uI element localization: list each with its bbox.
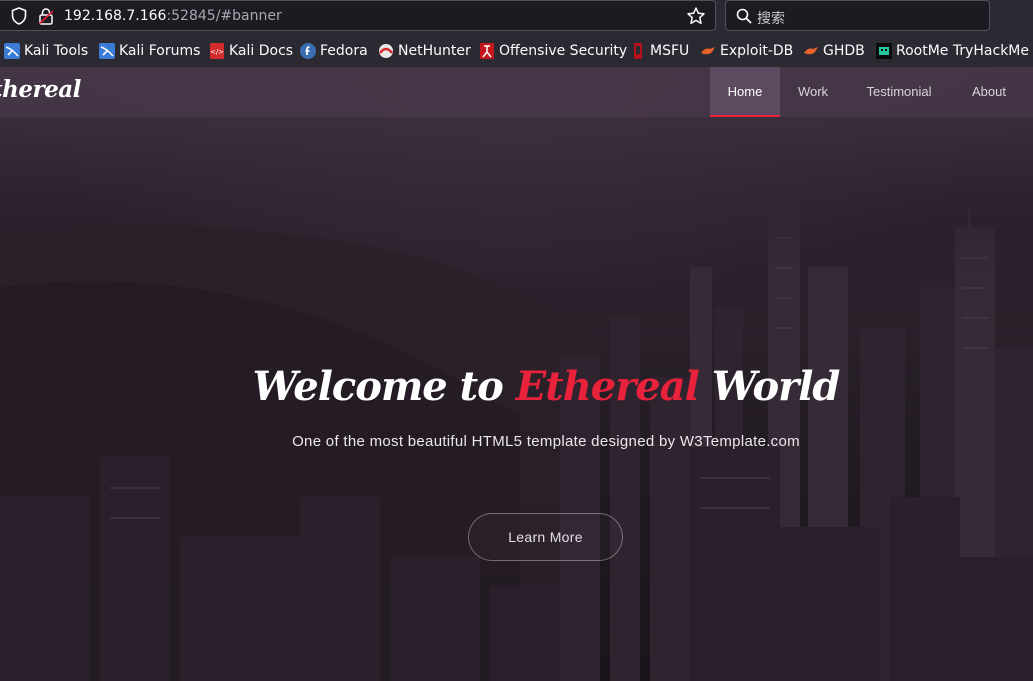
bookmark-label: Kali Docs (229, 43, 294, 59)
search-placeholder: 搜索 (757, 11, 785, 27)
bookmark-label: Kali Tools (24, 43, 89, 59)
bookmark-label: MSFU (650, 43, 690, 59)
bookmark-offensive-security[interactable]: Offensive Security (479, 42, 627, 60)
bookmark-kali-forums[interactable]: Kali Forums (99, 42, 200, 60)
bookmark-nethunter[interactable]: NetHunter (378, 42, 471, 60)
bookmark-fedora[interactable]: Fedora (300, 42, 368, 60)
bookmark-star-icon[interactable] (686, 6, 706, 26)
browser-toolbar: 192.168.7.166:52845/#banner 搜索 (0, 0, 1033, 33)
bookmarks-toolbar: Kali Tools Kali Forums </> Kali Docs Fed… (0, 33, 1033, 67)
nav-about[interactable]: About (956, 67, 1022, 117)
nav-testimonial[interactable]: Testimonial (848, 67, 950, 117)
bookmark-kali-tools[interactable]: Kali Tools (4, 42, 88, 60)
bookmark-msfu[interactable]: MSFU (630, 42, 689, 60)
bookmark-label: GHDB (823, 43, 865, 59)
url-host: 192.168.7.166 (64, 8, 167, 24)
kali-docs-icon: </> (210, 43, 224, 59)
msfu-icon (634, 43, 642, 59)
hero-title: Welcome to Ethereal World (0, 363, 1033, 410)
hero-title-post: World (698, 363, 841, 410)
ghdb-icon (804, 47, 818, 55)
learn-more-button[interactable]: Learn More (468, 513, 623, 561)
address-bar[interactable]: 192.168.7.166:52845/#banner (0, 0, 716, 31)
bookmark-label: Kali Forums (119, 43, 201, 59)
hero-subtitle: One of the most beautiful HTML5 template… (292, 433, 800, 450)
bookmark-rootme-tryhackme[interactable]: RootMe TryHackMe W (876, 42, 1033, 60)
bookmark-label: NetHunter (398, 43, 471, 59)
svg-text:</>: </> (210, 48, 224, 56)
site-logo[interactable]: thereal (0, 76, 81, 103)
hero-title-pre: Welcome to (252, 363, 516, 410)
kali-icon (99, 43, 115, 59)
kali-icon (4, 43, 20, 59)
insecure-lock-icon[interactable] (39, 7, 53, 25)
nav-home[interactable]: Home (710, 67, 780, 117)
search-bar[interactable]: 搜索 (725, 0, 990, 31)
site-navbar: thereal Home Work Testimonial About (0, 67, 1033, 117)
url-text[interactable]: 192.168.7.166:52845/#banner (64, 8, 282, 24)
rootme-icon (876, 43, 892, 59)
hero-title-accent: Ethereal (515, 363, 700, 410)
bookmark-ghdb[interactable]: GHDB (803, 42, 865, 60)
bookmark-kali-docs[interactable]: </> Kali Docs (209, 42, 293, 60)
search-icon (736, 8, 752, 24)
bookmark-label: Fedora (320, 43, 368, 59)
nethunter-icon (379, 44, 393, 58)
offsec-icon (480, 43, 494, 59)
bookmark-label: Offensive Security (499, 43, 628, 59)
nav-work[interactable]: Work (782, 67, 844, 117)
fedora-icon (300, 43, 316, 59)
web-page: thereal Home Work Testimonial About Welc… (0, 67, 1033, 681)
bookmark-label: RootMe TryHackMe W (896, 43, 1033, 59)
exploitdb-icon (701, 47, 715, 55)
url-path: :52845/#banner (166, 8, 282, 24)
bookmark-label: Exploit-DB (720, 43, 794, 59)
bookmark-exploit-db[interactable]: Exploit-DB (700, 42, 793, 60)
shield-icon[interactable] (11, 7, 27, 25)
